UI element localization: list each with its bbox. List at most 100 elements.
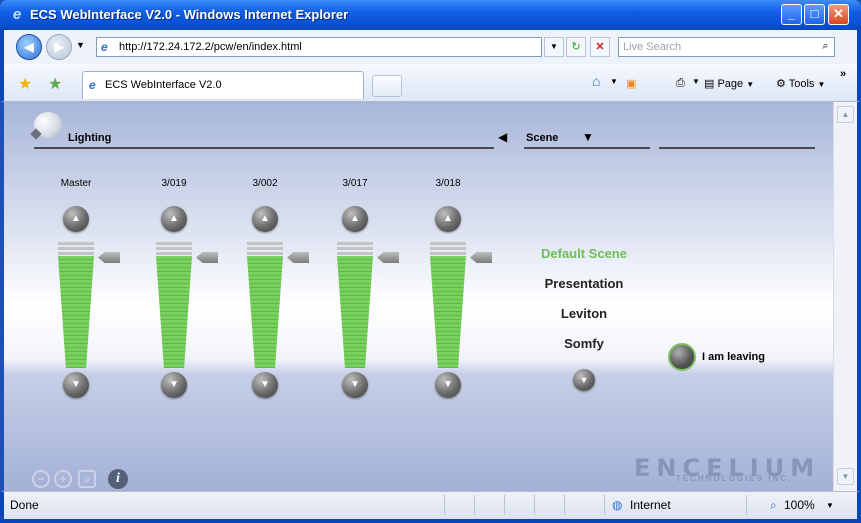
ch-3-019-up-button[interactable]: ▲ bbox=[161, 206, 187, 232]
address-input[interactable]: e http://172.24.172.2/pcw/en/index.html bbox=[96, 37, 542, 57]
ch-3-019-down-button[interactable]: ▼ bbox=[161, 372, 187, 398]
search-placeholder: Live Search bbox=[623, 41, 682, 53]
zoom-search-icon[interactable]: ⌕ bbox=[78, 470, 96, 488]
master-down-button[interactable]: ▼ bbox=[63, 372, 89, 398]
level-fill bbox=[156, 256, 192, 368]
home-icon[interactable]: ⌂ bbox=[592, 73, 600, 89]
history-dropdown-icon[interactable]: ▼ bbox=[76, 40, 85, 50]
address-dropdown-button[interactable]: ▼ bbox=[544, 37, 564, 57]
scroll-up-icon[interactable]: ▲ bbox=[837, 106, 854, 123]
back-button[interactable]: ◀ bbox=[16, 34, 42, 60]
ch-3-017-slider-handle[interactable] bbox=[377, 252, 399, 263]
ch-3-018-slider-handle[interactable] bbox=[470, 252, 492, 263]
status-text: Done bbox=[10, 498, 39, 512]
zoom-out-icon[interactable]: − bbox=[32, 470, 50, 488]
tab-ecs-webinterface[interactable]: e ECS WebInterface V2.0 bbox=[82, 71, 364, 99]
scene-leviton[interactable]: Leviton bbox=[524, 306, 644, 321]
home-dropdown-icon[interactable]: ▼ bbox=[610, 77, 618, 86]
zoom-in-icon[interactable]: + bbox=[54, 470, 72, 488]
lighting-divider bbox=[34, 147, 494, 149]
scene-title: Scene bbox=[526, 132, 559, 144]
close-button[interactable]: ✕ bbox=[828, 4, 849, 25]
refresh-button[interactable]: ↻ bbox=[566, 37, 586, 57]
ch-3-002-level-slider[interactable] bbox=[247, 242, 283, 368]
ch-3-002-slider-handle[interactable] bbox=[287, 252, 309, 263]
ch-3-019-slider-handle[interactable] bbox=[196, 252, 218, 263]
tools-menu-label: Tools bbox=[788, 78, 815, 90]
feeds-icon[interactable]: ▣ bbox=[626, 77, 636, 90]
level-fill bbox=[430, 256, 466, 368]
slider-cap bbox=[337, 242, 373, 245]
toolbar-overflow-icon[interactable]: » bbox=[840, 68, 846, 80]
stop-button[interactable]: ✕ bbox=[590, 37, 610, 57]
level-fill bbox=[337, 256, 373, 368]
channel-label-master: Master bbox=[60, 178, 92, 189]
slider-cap bbox=[337, 247, 373, 250]
page-menu-label: Page bbox=[717, 78, 744, 90]
page-content: Lighting ◀ Scene ▼ Master 3/019 3/002 3/… bbox=[4, 102, 833, 491]
vertical-scrollbar[interactable]: ▲ ▼ bbox=[833, 102, 857, 491]
address-toolbar: ◀ ▶ ▼ e http://172.24.172.2/pcw/en/index… bbox=[0, 30, 861, 64]
page-menu[interactable]: ▤ Page ▼ bbox=[704, 77, 754, 90]
forward-button[interactable]: ▶ bbox=[46, 34, 72, 60]
scene-prev-icon[interactable]: ◀ bbox=[498, 130, 507, 144]
print-dropdown-icon[interactable]: ▼ bbox=[692, 77, 700, 86]
master-up-button[interactable]: ▲ bbox=[63, 206, 89, 232]
channel-label-3-002: 3/002 bbox=[252, 178, 278, 189]
slider-cap bbox=[58, 242, 94, 245]
encelium-logo-sub: TECHNOLOGIES INC. bbox=[676, 474, 793, 483]
print-icon[interactable]: ⎙ bbox=[676, 77, 685, 90]
slider-cap bbox=[337, 252, 373, 255]
level-fill bbox=[247, 256, 283, 368]
ch-3-018-down-button[interactable]: ▼ bbox=[435, 372, 461, 398]
slider-cap bbox=[156, 252, 192, 255]
new-tab-button[interactable] bbox=[372, 75, 402, 97]
zoom-icon: ⌕ bbox=[770, 498, 777, 512]
scene-scroll-down-button[interactable]: ▼ bbox=[573, 369, 595, 391]
ch-3-017-down-button[interactable]: ▼ bbox=[342, 372, 368, 398]
leaving-button[interactable] bbox=[668, 343, 696, 371]
scene-divider bbox=[524, 147, 650, 149]
ch-3-018-level-slider[interactable] bbox=[430, 242, 466, 368]
ie-page-icon: e bbox=[101, 40, 108, 54]
master-slider-handle[interactable] bbox=[98, 252, 120, 263]
ch-3-017-level-slider[interactable] bbox=[337, 242, 373, 368]
info-icon[interactable]: i bbox=[108, 469, 128, 489]
status-divider bbox=[604, 495, 605, 515]
master-level-slider[interactable] bbox=[58, 242, 94, 368]
slider-cap bbox=[247, 242, 283, 245]
chevron-down-icon: ▼ bbox=[817, 80, 826, 89]
ch-3-019-level-slider[interactable] bbox=[156, 242, 192, 368]
lightbulb-icon bbox=[34, 112, 62, 138]
globe-icon: ◍ bbox=[612, 498, 623, 512]
ch-3-002-down-button[interactable]: ▼ bbox=[252, 372, 278, 398]
scene-dropdown-icon[interactable]: ▼ bbox=[582, 130, 594, 144]
window-title: ECS WebInterface V2.0 - Windows Internet… bbox=[30, 7, 349, 22]
channel-label-3-018: 3/018 bbox=[435, 178, 461, 189]
channel-label-3-019: 3/019 bbox=[161, 178, 187, 189]
window-titlebar: e ECS WebInterface V2.0 - Windows Intern… bbox=[0, 0, 861, 30]
maximize-button[interactable]: □ bbox=[804, 4, 825, 25]
scene-somfy[interactable]: Somfy bbox=[524, 336, 644, 351]
scene-default-scene[interactable]: Default Scene bbox=[524, 246, 644, 261]
slider-cap bbox=[247, 247, 283, 250]
minimize-button[interactable]: _ bbox=[781, 4, 802, 25]
status-divider bbox=[534, 495, 535, 515]
slider-cap bbox=[430, 247, 466, 250]
favorites-star-icon[interactable]: ★ bbox=[18, 74, 32, 94]
zoom-dropdown-icon[interactable]: ▼ bbox=[826, 501, 834, 510]
slider-cap bbox=[430, 252, 466, 255]
search-input[interactable]: Live Search bbox=[618, 37, 835, 57]
add-favorites-icon[interactable]: ★ bbox=[48, 74, 62, 94]
tools-menu[interactable]: ⚙ Tools ▼ bbox=[776, 77, 825, 90]
ch-3-018-up-button[interactable]: ▲ bbox=[435, 206, 461, 232]
ch-3-017-up-button[interactable]: ▲ bbox=[342, 206, 368, 232]
ie-page-icon: e bbox=[89, 78, 96, 92]
slider-cap bbox=[247, 252, 283, 255]
zoom-level[interactable]: 100% bbox=[784, 498, 815, 512]
status-bar: Done ◍ Internet ⌕ 100% ▼ bbox=[0, 491, 861, 523]
search-icon[interactable]: ⌕ bbox=[816, 37, 835, 57]
scene-presentation[interactable]: Presentation bbox=[524, 276, 644, 291]
ch-3-002-up-button[interactable]: ▲ bbox=[252, 206, 278, 232]
scroll-down-icon[interactable]: ▼ bbox=[837, 468, 854, 485]
